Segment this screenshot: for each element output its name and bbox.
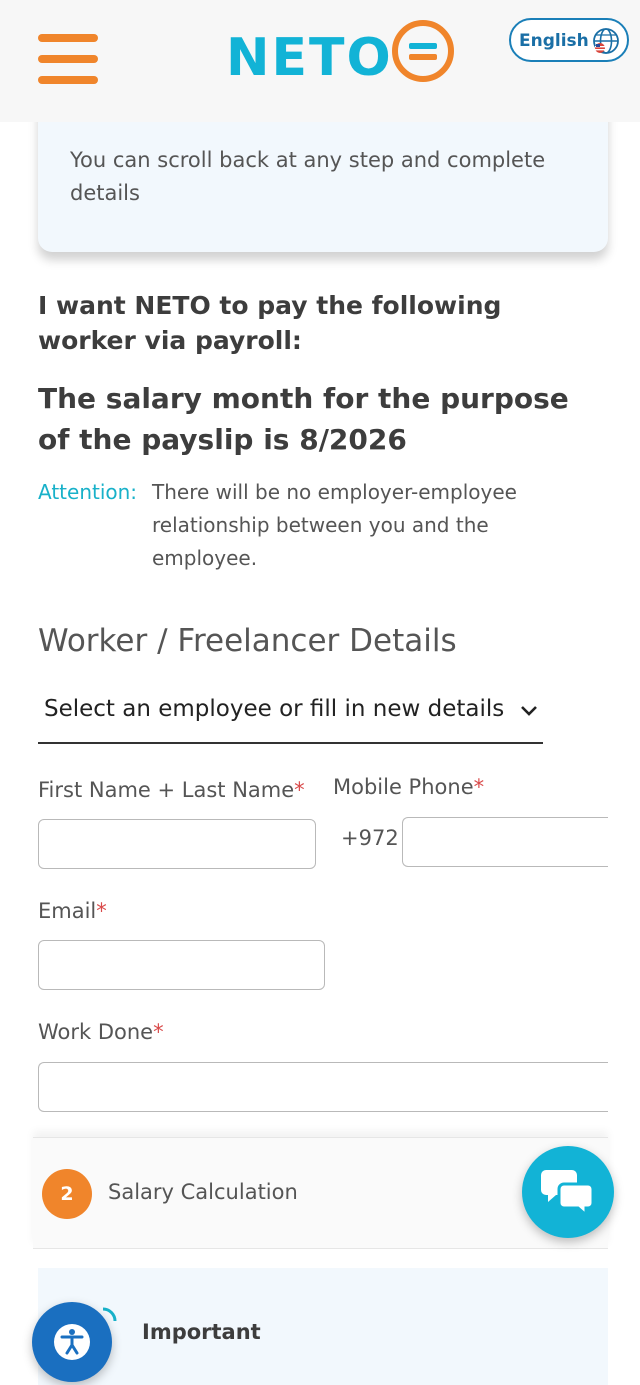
info-card: You can scroll back at any step and comp…	[38, 100, 608, 252]
required-mark: *	[473, 775, 485, 799]
salary-month-heading: The salary month for the purpose of the …	[38, 382, 569, 456]
email-label-text: Email	[38, 899, 97, 923]
globe-icon	[593, 28, 619, 54]
full-name-label-text: First Name + Last Name	[38, 778, 295, 802]
mobile-phone-input[interactable]	[402, 817, 608, 867]
page: You can scroll back at any step and comp…	[0, 0, 640, 1385]
employee-select[interactable]: Select an employee or fill in new detail…	[38, 686, 543, 744]
important-card: Important	[38, 1268, 608, 1385]
required-mark: *	[96, 899, 107, 923]
email-input[interactable]	[38, 940, 325, 990]
important-label: Important	[142, 1320, 261, 1344]
menu-bar-icon	[38, 34, 98, 42]
work-done-label-text: Work Done	[38, 1020, 154, 1044]
chat-bubbles-icon	[541, 1170, 595, 1218]
language-selector[interactable]: English	[509, 18, 629, 62]
menu-button[interactable]	[38, 34, 98, 84]
work-done-input[interactable]	[38, 1062, 608, 1112]
step-label: Salary Calculation	[108, 1180, 298, 1204]
neto-logo[interactable]: NETO	[222, 18, 462, 88]
accessibility-button[interactable]	[32, 1302, 112, 1382]
mobile-phone-label: Mobile Phone*	[333, 773, 484, 801]
section-title: Worker / Freelancer Details	[38, 623, 457, 659]
mobile-phone-label-text: Mobile Phone	[333, 775, 474, 799]
work-done-label: Work Done*	[38, 1018, 164, 1046]
header: NETO English	[0, 0, 640, 122]
accessibility-icon	[54, 1324, 90, 1360]
logo-equals-icon	[392, 20, 454, 82]
required-mark: *	[294, 778, 305, 802]
step-number-badge: 2	[42, 1169, 92, 1219]
chevron-down-icon	[521, 706, 537, 716]
full-name-input[interactable]	[38, 819, 316, 869]
employee-select-value: Select an employee or fill in new detail…	[44, 696, 505, 722]
country-code-prefix: +972	[341, 826, 399, 850]
menu-bar-icon	[38, 55, 98, 63]
full-name-label: First Name + Last Name*	[38, 776, 305, 804]
email-label: Email*	[38, 897, 107, 925]
attention-label: Attention:	[38, 480, 138, 504]
info-card-text: You can scroll back at any step and comp…	[70, 148, 546, 205]
attention-text: There will be no employer-employee relat…	[152, 480, 517, 570]
language-label: English	[519, 31, 589, 51]
required-mark: *	[153, 1020, 164, 1044]
chat-button[interactable]	[522, 1146, 614, 1238]
payroll-intro: I want NETO to pay the following worker …	[38, 291, 502, 355]
menu-bar-icon	[38, 76, 98, 84]
logo-text: NETO	[226, 28, 393, 88]
